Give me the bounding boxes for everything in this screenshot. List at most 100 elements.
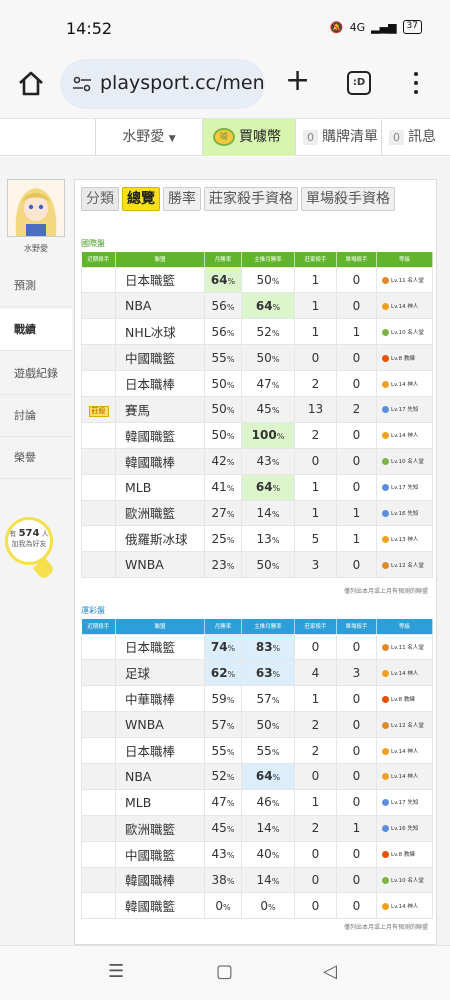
main-pick-win-rate: 64% bbox=[241, 762, 295, 790]
back-icon[interactable]: ◁ bbox=[323, 961, 337, 982]
table-row[interactable]: MLB 47% 46% 1 0 Lv.17 先知 bbox=[81, 788, 433, 816]
single-killer-count: 0 bbox=[336, 344, 377, 372]
league-name[interactable]: MLB bbox=[115, 788, 205, 816]
league-name[interactable]: WNBA bbox=[115, 551, 205, 579]
recent-killer-cell bbox=[81, 525, 116, 553]
league-name[interactable]: 中國職籃 bbox=[115, 840, 205, 868]
message-count-badge: 0 bbox=[389, 129, 404, 145]
international-table: 近期殺手 聯盟 月勝率 主推月勝率 莊家殺手 單場殺手 等級 日本職籃 64% 50% 1 0 Lv.… bbox=[81, 252, 433, 579]
table-row[interactable]: 足球 62% 63% 4 3 Lv.14 神人 bbox=[81, 659, 433, 687]
sidebar-item-honor[interactable]: 榮譽 bbox=[0, 437, 72, 479]
league-name[interactable]: 中華職棒 bbox=[115, 685, 205, 713]
table-row[interactable]: 韓國職籃 50% 100% 2 0 Lv.14 神人 bbox=[81, 421, 433, 449]
table-row[interactable]: 日本職棒 55% 55% 2 0 Lv.14 神人 bbox=[81, 737, 433, 764]
table-row[interactable]: WNBA 57% 50% 2 0 Lv.12 名人堂 bbox=[81, 711, 433, 739]
sidebar-item-record[interactable]: 戰績 bbox=[0, 309, 72, 351]
coin-icon: 噱 bbox=[213, 128, 235, 146]
league-name[interactable]: 韓國職籃 bbox=[115, 421, 205, 449]
main-pick-win-rate: 14% bbox=[241, 866, 295, 894]
sidebar-item-predict[interactable]: 預測 bbox=[0, 265, 72, 307]
table-row[interactable]: 歐洲職籃 27% 14% 1 1 Lv.16 先知 bbox=[81, 499, 433, 527]
main-pick-win-rate-value: 50 bbox=[256, 557, 272, 572]
table-row[interactable]: MLB 41% 64% 1 0 Lv.17 先知 bbox=[81, 473, 433, 501]
monthly-win-rate-value: 25 bbox=[211, 531, 227, 546]
url-bar[interactable]: playsport.cc/men bbox=[60, 59, 265, 109]
table-row[interactable]: 中華職棒 59% 57% 1 0 Lv.8 教練 bbox=[81, 685, 433, 713]
league-name[interactable]: 日本職籃 bbox=[115, 266, 205, 294]
percent-sign: % bbox=[271, 851, 280, 861]
level-icon bbox=[382, 669, 389, 677]
table-row[interactable]: 韓國職棒 38% 14% 0 0 Lv.10 名人堂 bbox=[81, 866, 433, 894]
table-row[interactable]: 中國職籃 43% 40% 0 0 Lv.8 教練 bbox=[81, 840, 433, 868]
signal-icon: 4G bbox=[349, 20, 366, 34]
table-row[interactable]: 歐洲職籃 45% 14% 2 1 Lv.16 先知 bbox=[81, 814, 433, 842]
level-icon bbox=[382, 695, 389, 703]
bookie-killer-count: 0 bbox=[294, 762, 337, 790]
league-name[interactable]: 歐洲職籃 bbox=[115, 814, 205, 842]
main-pick-win-rate: 100% bbox=[241, 421, 295, 449]
recent-apps-icon[interactable]: ☰ bbox=[108, 961, 124, 982]
table-row[interactable]: 韓國職棒 42% 43% 0 0 Lv.10 名人堂 bbox=[81, 447, 433, 475]
percent-sign: % bbox=[272, 669, 281, 679]
bookie-killer-count: 0 bbox=[294, 633, 337, 661]
league-name[interactable]: NHL冰球 bbox=[115, 318, 205, 346]
buy-coin-button[interactable]: 噱買噱幣 bbox=[203, 119, 295, 156]
league-name[interactable]: NBA bbox=[115, 762, 205, 790]
league-name[interactable]: 日本職棒 bbox=[115, 737, 205, 764]
league-name[interactable]: 賽馬 bbox=[115, 395, 205, 423]
main-pick-win-rate-value: 55 bbox=[256, 743, 272, 758]
sidebar-item-discussion[interactable]: 討論 bbox=[0, 395, 72, 437]
percent-sign: % bbox=[226, 876, 235, 886]
table-row[interactable]: NHL冰球 56% 52% 1 1 Lv.10 名人堂 bbox=[81, 318, 433, 346]
league-name[interactable]: 俄羅斯冰球 bbox=[115, 525, 205, 553]
home-icon[interactable] bbox=[16, 68, 46, 98]
league-name[interactable]: WNBA bbox=[115, 711, 205, 739]
league-name[interactable]: 韓國職棒 bbox=[115, 866, 205, 894]
table-row[interactable]: 日本職籃 74% 83% 0 0 Lv.11 名人堂 bbox=[81, 633, 433, 661]
table-row[interactable]: WNBA 23% 50% 3 0 Lv.12 名人堂 bbox=[81, 551, 433, 579]
table-row[interactable]: 俄羅斯冰球 25% 13% 5 1 Lv.13 神人 bbox=[81, 525, 433, 553]
table-row[interactable]: 日本職籃 64% 50% 1 0 Lv.11 名人堂 bbox=[81, 266, 433, 294]
level-label: Lv.12 名人堂 bbox=[391, 562, 424, 569]
messages-link[interactable]: 0 訊息 bbox=[381, 119, 450, 156]
table-row[interactable]: 莊殺 賽馬 50% 45% 13 2 Lv.17 先知 bbox=[81, 395, 433, 423]
monthly-win-rate: 64% bbox=[204, 266, 242, 294]
level-cell: Lv.14 神人 bbox=[376, 659, 433, 687]
filter-overview[interactable]: 總覽 bbox=[122, 187, 160, 211]
level-label: Lv.10 名人堂 bbox=[391, 877, 424, 884]
avatar[interactable] bbox=[7, 179, 65, 237]
sidebar-item-game-log[interactable]: 遊戲紀錄 bbox=[0, 353, 72, 395]
home-nav-icon[interactable]: ▢ bbox=[216, 961, 233, 982]
league-name[interactable]: 歐洲職籃 bbox=[115, 499, 205, 527]
league-name[interactable]: 韓國職籃 bbox=[115, 892, 205, 920]
main-pick-win-rate: 83% bbox=[241, 633, 295, 661]
user-dropdown[interactable]: 水野愛 ▼ bbox=[95, 119, 203, 156]
percent-sign: % bbox=[271, 799, 280, 809]
monthly-win-rate: 41% bbox=[204, 473, 242, 501]
table-row[interactable]: NBA 52% 64% 0 0 Lv.14 神人 bbox=[81, 762, 433, 790]
site-settings-icon[interactable] bbox=[72, 76, 92, 92]
filter-win-rate[interactable]: 勝率 bbox=[163, 187, 201, 211]
league-name[interactable]: 韓國職棒 bbox=[115, 447, 205, 475]
table-row[interactable]: 韓國職籃 0% 0% 0 0 Lv.14 神人 bbox=[81, 892, 433, 920]
table-row[interactable]: 日本職棒 50% 47% 2 0 Lv.14 神人 bbox=[81, 370, 433, 397]
league-name[interactable]: MLB bbox=[115, 473, 205, 501]
filter-bookie-killer[interactable]: 莊家殺手資格 bbox=[204, 187, 298, 211]
league-name[interactable]: NBA bbox=[115, 292, 205, 320]
level-label: Lv.14 神人 bbox=[391, 774, 419, 781]
tab-switcher-button[interactable]: :D bbox=[347, 71, 371, 95]
overflow-menu-icon[interactable] bbox=[412, 70, 420, 96]
league-name[interactable]: 足球 bbox=[115, 659, 205, 687]
purchase-list-link[interactable]: 0 購牌清單 bbox=[295, 119, 381, 156]
table-row[interactable]: 中國職籃 55% 50% 0 0 Lv.8 教練 bbox=[81, 344, 433, 372]
league-name[interactable]: 中國職籃 bbox=[115, 344, 205, 372]
percent-sign: % bbox=[226, 851, 235, 861]
main-pick-win-rate: 63% bbox=[241, 659, 295, 687]
filter-single-killer[interactable]: 單場殺手資格 bbox=[301, 187, 395, 211]
league-name[interactable]: 日本職籃 bbox=[115, 633, 205, 661]
level-label: Lv.14 神人 bbox=[391, 433, 419, 440]
league-name[interactable]: 日本職棒 bbox=[115, 370, 205, 397]
new-tab-icon[interactable]: + bbox=[285, 66, 310, 96]
table-row[interactable]: NBA 56% 64% 1 0 Lv.14 神人 bbox=[81, 292, 433, 320]
monthly-win-rate-value: 47 bbox=[211, 795, 227, 810]
